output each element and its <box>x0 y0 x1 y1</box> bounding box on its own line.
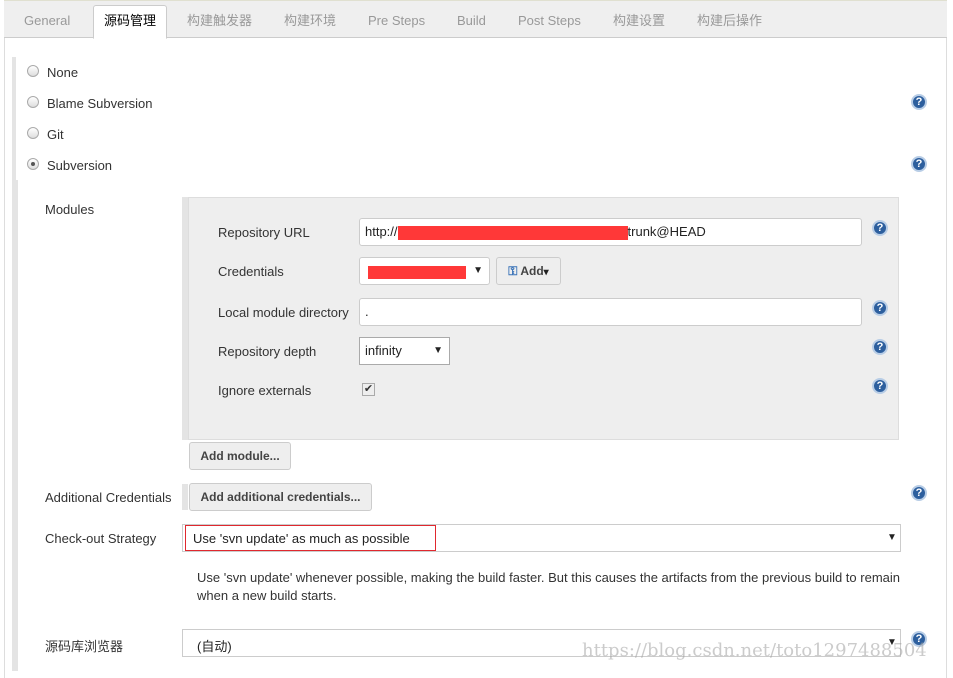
ignore-externals-checkbox[interactable]: ✔ <box>362 383 375 396</box>
tab-triggers[interactable]: 构建触发器 <box>177 9 262 39</box>
help-icon[interactable]: ? <box>911 485 927 501</box>
radio-label-none: None <box>47 65 79 80</box>
checkout-description: Use 'svn update' whenever possible, maki… <box>197 570 900 603</box>
repo-browser-label: 源码库浏览器 <box>45 639 124 654</box>
redaction <box>368 266 466 279</box>
subsection-bar <box>14 180 18 671</box>
add-label: Add <box>520 264 544 278</box>
checkout-strategy-label: Check-out Strategy <box>45 531 157 546</box>
help-icon[interactable]: ? <box>872 339 888 355</box>
help-icon[interactable]: ? <box>872 220 888 236</box>
radio-label-blame: Blame Subversion <box>47 96 153 111</box>
radio-none[interactable] <box>27 65 39 77</box>
tab-pre-steps[interactable]: Pre Steps <box>358 9 435 39</box>
modules-label: Modules <box>45 202 95 217</box>
checkout-strategy-value: Use 'svn update' as much as possible <box>185 525 436 551</box>
dropdown-arrow-icon: ▾ <box>543 267 549 278</box>
credentials-label: Credentials <box>218 264 284 279</box>
credentials-select[interactable]: ▼ <box>359 257 490 285</box>
dropdown-arrow-icon: ▼ <box>473 265 483 276</box>
help-icon[interactable]: ? <box>911 94 927 110</box>
watermark: https://blog.csdn.net/toto1297488504 <box>582 640 927 661</box>
tab-scm[interactable]: 源码管理 <box>93 5 168 39</box>
additional-credentials-label: Additional Credentials <box>45 490 172 505</box>
dropdown-arrow-icon: ▼ <box>887 532 897 543</box>
radio-label-subversion: Subversion <box>47 158 113 173</box>
url-prefix: http:// <box>365 224 398 239</box>
help-icon[interactable]: ? <box>911 156 927 172</box>
local-dir-input[interactable]: . <box>359 298 862 326</box>
add-additional-credentials-button[interactable]: Add additional credentials... <box>189 483 372 511</box>
tab-build-settings[interactable]: 构建设置 <box>603 9 675 39</box>
radio-subversion[interactable] <box>27 158 39 170</box>
help-icon[interactable]: ? <box>872 378 888 394</box>
help-icon[interactable]: ? <box>872 300 888 316</box>
tab-build-env[interactable]: 构建环境 <box>274 9 346 39</box>
additional-bar <box>182 484 188 510</box>
depth-select[interactable]: infinity ▼ <box>359 337 450 365</box>
tab-general[interactable]: General <box>14 9 80 39</box>
radio-git[interactable] <box>27 127 39 139</box>
key-icon: ⚿ <box>508 264 518 278</box>
tab-bar: General 源码管理 构建触发器 构建环境 Pre Steps Build … <box>4 0 947 39</box>
radio-label-git: Git <box>47 127 64 142</box>
ignore-externals-label: Ignore externals <box>218 383 312 398</box>
add-credentials-button[interactable]: ⚿ Add▾ <box>496 257 561 285</box>
tab-post-build[interactable]: 构建后操作 <box>687 9 772 39</box>
redaction <box>397 225 628 240</box>
depth-label: Repository depth <box>218 344 317 359</box>
depth-value: infinity <box>365 343 402 358</box>
dropdown-arrow-icon: ▼ <box>433 345 443 356</box>
local-dir-label: Local module directory <box>218 305 349 320</box>
tab-build[interactable]: Build <box>447 9 496 39</box>
repo-url-input[interactable]: http:// trunk@HEAD <box>359 218 862 246</box>
tab-post-steps[interactable]: Post Steps <box>508 9 591 39</box>
repo-url-label: Repository URL <box>218 225 310 240</box>
radio-blame-subversion[interactable] <box>27 96 39 108</box>
url-suffix: trunk@HEAD <box>627 224 706 239</box>
add-module-button[interactable]: Add module... <box>189 442 291 470</box>
